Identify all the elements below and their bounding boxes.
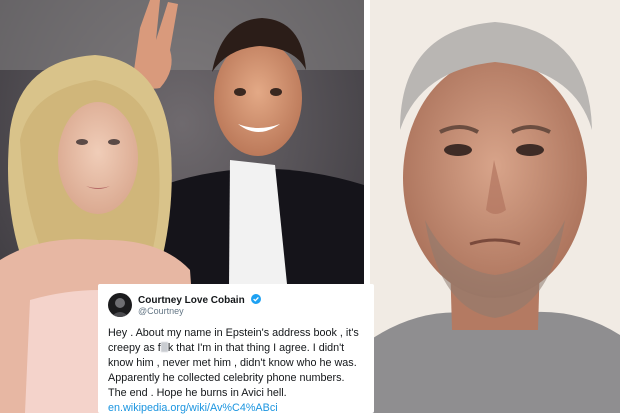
censor-blur xyxy=(160,342,168,352)
tweet-header: Courtney Love Cobain @Courtney xyxy=(108,292,364,318)
user-avatar[interactable] xyxy=(108,293,132,317)
tweet-text: Hey . About my name in Epstein's address… xyxy=(108,326,364,416)
verified-badge-icon xyxy=(251,294,262,304)
right-photo xyxy=(370,0,620,413)
display-name[interactable]: Courtney Love Cobain xyxy=(138,295,245,306)
tweet-link[interactable]: en.wikipedia.org/wiki/Av%C4%ABci xyxy=(108,402,278,414)
tweet-author: Courtney Love Cobain @Courtney xyxy=(138,293,262,317)
tweet-card: Courtney Love Cobain @Courtney Hey . Abo… xyxy=(98,284,374,416)
user-handle[interactable]: @Courtney xyxy=(138,306,261,317)
